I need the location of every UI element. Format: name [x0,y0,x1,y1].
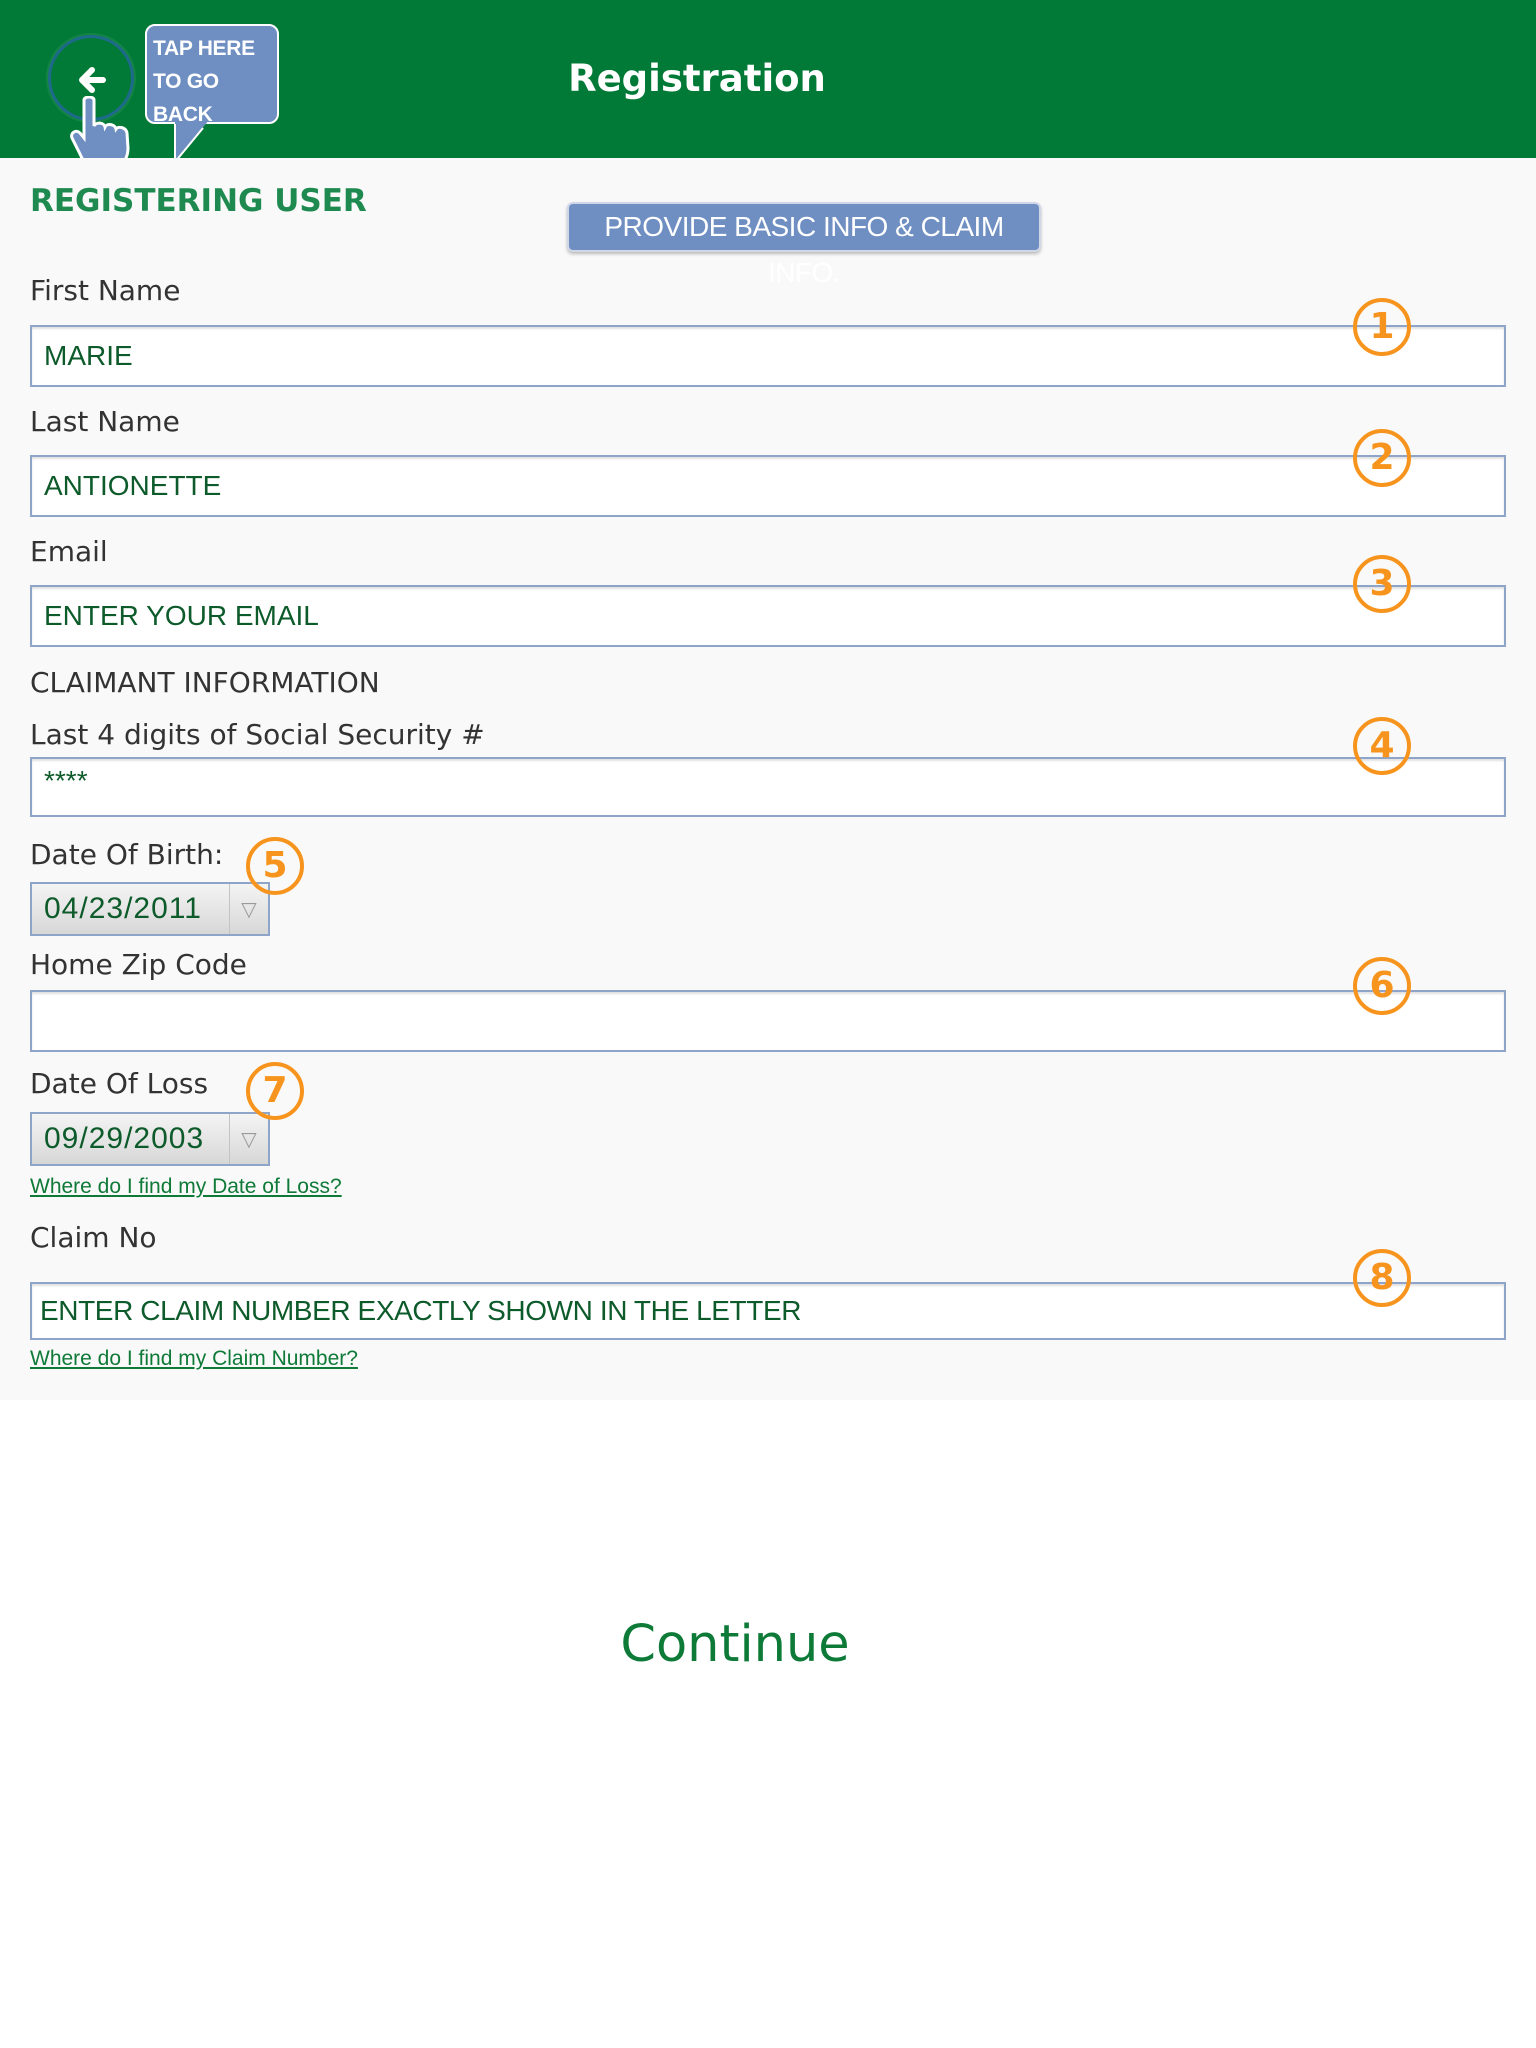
dob-value: 04/23/2011 [44,892,202,925]
step-badge-5: 5 [246,837,304,895]
info-banner: PROVIDE BASIC INFO & CLAIM INFO. [567,202,1041,288]
step-badge-2: 2 [1353,429,1411,487]
dob-select[interactable]: 04/23/2011 ▽ [30,882,270,936]
last-name-input[interactable]: ANTIONETTE [30,455,1506,517]
claim-number-help-link[interactable]: Where do I find my Claim Number? [30,1347,358,1371]
section-title: REGISTERING USER [30,183,367,219]
email-label: Email [30,535,108,568]
zip-input[interactable] [30,990,1506,1052]
continue-button[interactable]: Continue [0,1615,1470,1674]
claim-no-input[interactable]: ENTER CLAIM NUMBER EXACTLY SHOWN IN THE … [30,1282,1506,1340]
claim-no-label: Claim No [30,1221,157,1254]
last-name-label: Last Name [30,405,180,438]
ssn-label: Last 4 digits of Social Security # [30,718,485,751]
first-name-input[interactable]: MARIE [30,325,1506,387]
step-badge-4: 4 [1353,717,1411,775]
date-of-loss-select[interactable]: 09/29/2003 ▽ [30,1112,270,1166]
first-name-label: First Name [30,274,181,307]
dob-label: Date Of Birth: [30,838,224,871]
step-badge-3: 3 [1353,555,1411,613]
claim-no-value: ENTER CLAIM NUMBER EXACTLY SHOWN IN THE … [40,1295,802,1326]
date-of-loss-help-link[interactable]: Where do I find my Date of Loss? [30,1175,342,1199]
ssn-value: **** [44,765,88,796]
email-input[interactable]: ENTER YOUR EMAIL [30,585,1506,647]
page-title: Registration [568,57,826,100]
email-value: ENTER YOUR EMAIL [44,600,319,631]
dropdown-arrow-icon: ▽ [229,1114,268,1164]
step-badge-6: 6 [1353,957,1411,1015]
step-badge-1: 1 [1353,298,1411,356]
step-badge-8: 8 [1353,1249,1411,1307]
date-of-loss-label: Date Of Loss [30,1067,209,1100]
first-name-value: MARIE [44,340,133,371]
app-header: TAP HERE TO GO BACK Registration [0,0,1536,172]
zip-label: Home Zip Code [30,948,247,981]
last-name-value: ANTIONETTE [44,470,222,501]
claimant-heading: CLAIMANT INFORMATION [30,666,380,699]
date-of-loss-value: 09/29/2003 [44,1122,205,1155]
ssn-input[interactable]: **** [30,757,1506,817]
step-badge-7: 7 [246,1062,304,1120]
